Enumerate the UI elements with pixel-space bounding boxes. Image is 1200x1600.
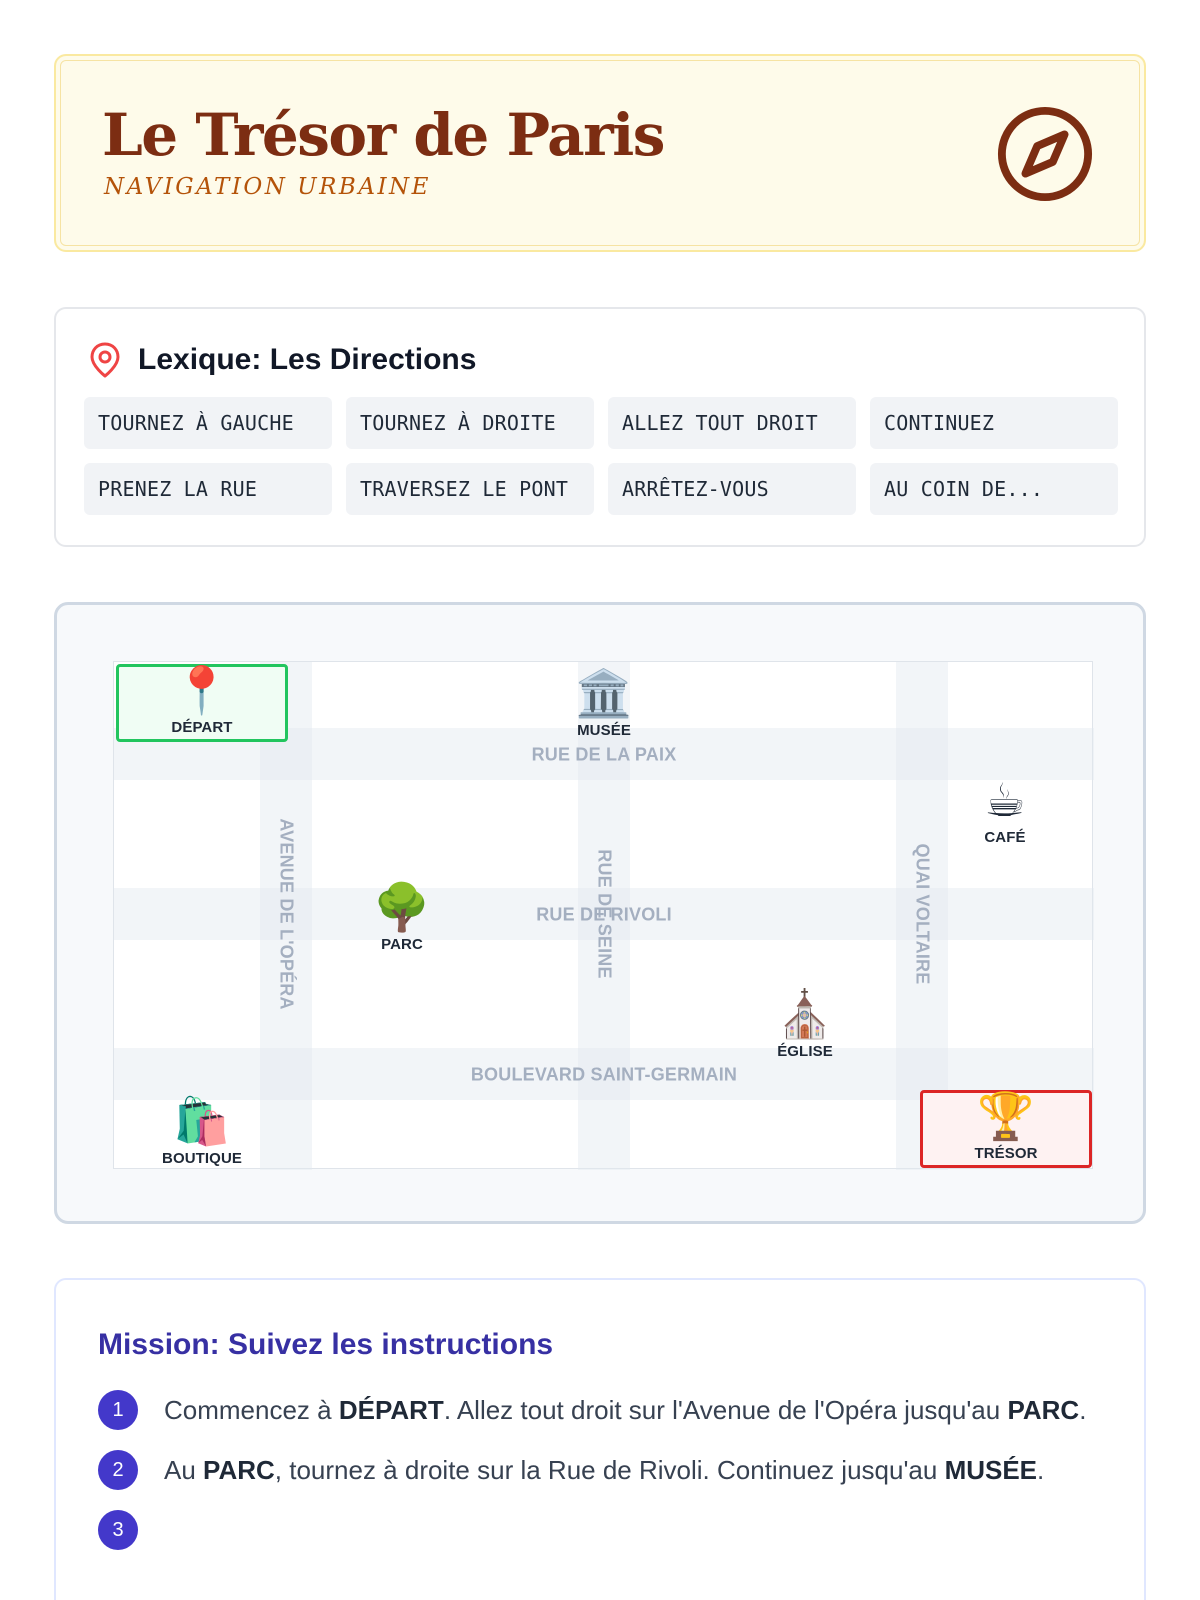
place-label: TRÉSOR (974, 1145, 1038, 1162)
lexicon-term: TOURNEZ À DROITE (346, 397, 594, 449)
mission-card: Mission: Suivez les instructions 1 Comme… (54, 1278, 1146, 1600)
place-tresor[interactable]: 🏆 TRÉSOR (920, 1090, 1092, 1168)
lexicon-term: ALLEZ TOUT DROIT (608, 397, 856, 449)
lexicon-header: Lexique: Les Directions (88, 341, 476, 379)
mission-steps: 1 Commencez à DÉPART. Allez tout droit s… (98, 1390, 1108, 1570)
street-label: BOULEVARD SAINT-GERMAIN (470, 1064, 738, 1085)
place-musee[interactable]: 🏛️ MUSÉE (518, 664, 690, 742)
step-text: Au PARC, tournez à droite sur la Rue de … (164, 1455, 1045, 1485)
place-cafe[interactable]: ☕ CAFÉ (919, 771, 1091, 849)
map-card: RUE DE LA PAIX RUE DE RIVOLI BOULEVARD S… (54, 602, 1146, 1224)
compass-icon (997, 106, 1093, 202)
place-boutique[interactable]: 🛍️ BOUTIQUE (116, 1092, 288, 1170)
trophy-icon: 🏆 (977, 1090, 1035, 1142)
mission-step: 3 (98, 1510, 1108, 1550)
pin-icon: 📍 (173, 664, 231, 716)
lexicon-term: CONTINUEZ (870, 397, 1118, 449)
place-parc[interactable]: 🌳 PARC (316, 878, 488, 956)
lexicon-term: TRAVERSEZ LE PONT (346, 463, 594, 515)
place-label: ÉGLISE (777, 1043, 833, 1060)
street-label: AVENUE DE L'OPÉRA (276, 818, 297, 1010)
page-title: Le Trésor de Paris (102, 101, 665, 169)
map-pin-icon (90, 342, 120, 378)
shopping-bags-icon: 🛍️ (173, 1095, 231, 1147)
step-text: Commencez à DÉPART. Allez tout droit sur… (164, 1395, 1087, 1425)
step-number: 3 (98, 1510, 138, 1550)
street-label: QUAI VOLTAIRE (912, 843, 933, 985)
step-number: 1 (98, 1390, 138, 1430)
lexicon-term: PRENEZ LA RUE (84, 463, 332, 515)
lexicon-term: AU COIN DE... (870, 463, 1118, 515)
place-eglise[interactable]: ⛪ ÉGLISE (719, 985, 891, 1063)
place-label: DÉPART (171, 719, 233, 736)
church-icon: ⛪ (776, 988, 834, 1040)
tree-icon: 🌳 (373, 881, 431, 933)
header-banner: Le Trésor de Paris NAVIGATION URBAINE (54, 54, 1146, 252)
place-label: MUSÉE (577, 722, 631, 739)
mission-title: Mission: Suivez les instructions (98, 1328, 554, 1361)
mission-step: 2 Au PARC, tournez à droite sur la Rue d… (98, 1450, 1108, 1490)
place-label: BOUTIQUE (162, 1150, 242, 1167)
lexicon-term: ARRÊTEZ-VOUS (608, 463, 856, 515)
coffee-icon: ☕ (984, 774, 1026, 826)
place-depart[interactable]: 📍 DÉPART (116, 664, 288, 742)
lexicon-grid: TOURNEZ À GAUCHE TOURNEZ À DROITE ALLEZ … (84, 397, 1118, 515)
step-number: 2 (98, 1450, 138, 1490)
page-subtitle: NAVIGATION URBAINE (104, 174, 431, 200)
place-label: PARC (381, 936, 423, 953)
lexicon-card: Lexique: Les Directions TOURNEZ À GAUCHE… (54, 307, 1146, 547)
mission-step: 1 Commencez à DÉPART. Allez tout droit s… (98, 1390, 1108, 1430)
museum-icon: 🏛️ (575, 667, 633, 719)
city-map: RUE DE LA PAIX RUE DE RIVOLI BOULEVARD S… (113, 661, 1094, 1170)
street-label: RUE DE SEINE (594, 849, 615, 979)
place-label: CAFÉ (984, 829, 1026, 846)
lexicon-title: Lexique: Les Directions (138, 343, 477, 376)
lexicon-term: TOURNEZ À GAUCHE (84, 397, 332, 449)
street-label: RUE DE LA PAIX (531, 744, 677, 765)
